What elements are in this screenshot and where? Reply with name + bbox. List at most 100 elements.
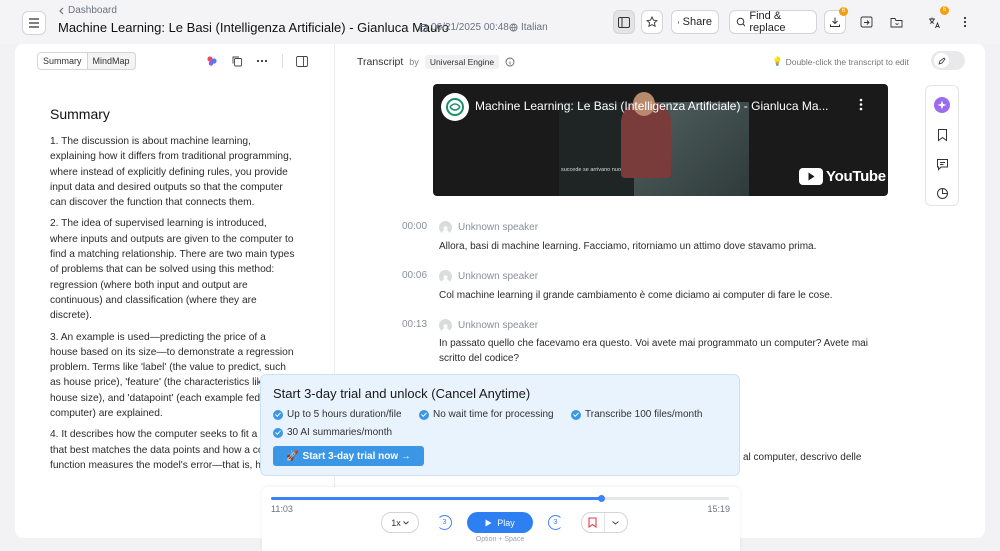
- skip-forward-button[interactable]: 3: [548, 515, 563, 530]
- engine-badge[interactable]: Universal Engine: [424, 55, 500, 69]
- summary-paragraph: 4. It describes how the computer seeks t…: [50, 429, 285, 471]
- find-replace-button[interactable]: Find & replace: [729, 10, 817, 34]
- video-menu-button[interactable]: [859, 98, 863, 116]
- segment-speaker[interactable]: Unknown speaker: [439, 221, 538, 234]
- edit-hint: 💡 Double-click the transcript to edit: [772, 56, 909, 67]
- summary-more-button[interactable]: [254, 53, 270, 69]
- segment-timestamp[interactable]: 00:13: [402, 319, 427, 330]
- folder-button[interactable]: [884, 10, 908, 34]
- info-icon[interactable]: [505, 57, 515, 67]
- speaker-avatar-icon: [439, 319, 452, 332]
- stats-button[interactable]: [934, 185, 950, 201]
- trial-feature: Up to 5 hours duration/file: [273, 409, 402, 420]
- menu-button[interactable]: [22, 11, 46, 35]
- top-bar: Dashboard Machine Learning: Le Basi (Int…: [0, 0, 1000, 44]
- summary-text: 1. The discussion is about machine learn…: [50, 134, 295, 479]
- trial-feature: 30 AI summaries/month: [273, 427, 392, 438]
- channel-logo[interactable]: [441, 93, 469, 121]
- summary-paragraph: 1. The discussion is about machine learn…: [50, 136, 292, 209]
- play-button[interactable]: Play: [467, 512, 533, 533]
- speaker-avatar-icon: [439, 270, 452, 283]
- bookmark-icon: [937, 129, 947, 142]
- segment-timestamp[interactable]: 00:00: [402, 221, 427, 232]
- more-horizontal-icon: [256, 59, 268, 63]
- segment-speaker[interactable]: Unknown speaker: [439, 319, 538, 332]
- export-button[interactable]: [854, 10, 878, 34]
- tab-mindmap[interactable]: MindMap: [88, 53, 135, 69]
- youtube-play-icon: [799, 168, 823, 185]
- favorite-button[interactable]: [641, 10, 663, 34]
- summary-heading: Summary: [50, 106, 110, 122]
- toolbar-divider: [282, 54, 283, 68]
- edit-mode-toggle[interactable]: [931, 51, 965, 70]
- rewind-icon: 3: [442, 519, 447, 526]
- calendar-icon: [419, 24, 428, 32]
- play-shortcut-hint: Option + Space: [475, 536, 525, 543]
- segment-timestamp[interactable]: 00:06: [402, 270, 427, 281]
- progress-bar[interactable]: [271, 495, 729, 502]
- segment-text[interactable]: In passato quello che facevamo era quest…: [439, 336, 884, 366]
- youtube-player[interactable]: succede se arrivano nuovi dati? Machine …: [433, 84, 888, 196]
- start-trial-button[interactable]: 🚀 Start 3-day trial now →: [273, 446, 424, 466]
- youtube-logo[interactable]: YouTube: [799, 168, 886, 185]
- more-vertical-icon: [963, 16, 967, 28]
- panel-layout-button[interactable]: [613, 10, 635, 34]
- export-icon: [860, 16, 872, 28]
- progress-handle[interactable]: [597, 495, 605, 502]
- bookmarks-button[interactable]: [934, 127, 950, 143]
- check-icon: [419, 409, 429, 420]
- more-options-button[interactable]: [953, 10, 977, 34]
- view-switcher: Summary MindMap: [37, 52, 136, 70]
- add-bookmark-button[interactable]: [582, 513, 605, 532]
- segment-speaker[interactable]: Unknown speaker: [439, 270, 538, 283]
- by-label: by: [409, 57, 419, 67]
- pencil-icon: [934, 53, 949, 68]
- playback-speed-select[interactable]: 1x: [381, 512, 419, 533]
- segment-text[interactable]: Allora, basi di machine learning. Faccia…: [439, 239, 879, 254]
- check-icon: [571, 409, 581, 420]
- breadcrumb-dashboard[interactable]: Dashboard: [68, 5, 117, 16]
- translate-icon: [928, 17, 940, 28]
- share-button[interactable]: Share: [671, 10, 719, 34]
- sidebar-layout-icon: [618, 16, 630, 28]
- document-language: Italian: [509, 22, 548, 33]
- comment-icon: [936, 158, 948, 171]
- check-icon: [273, 409, 283, 420]
- transcript-label: Transcript: [357, 56, 404, 68]
- download-button[interactable]: 6: [824, 7, 848, 34]
- star-icon: [646, 16, 658, 28]
- chevron-down-icon: [402, 520, 409, 525]
- collapse-panel-button[interactable]: [294, 53, 310, 69]
- search-icon: [736, 17, 746, 27]
- segment-text-partial[interactable]: al computer, descrivo delle: [743, 450, 903, 465]
- tab-summary[interactable]: Summary: [38, 53, 88, 69]
- total-time: 15:19: [707, 504, 730, 514]
- forward-icon: 3: [553, 519, 558, 526]
- rocket-icon: 🚀: [286, 450, 299, 462]
- translate-button[interactable]: 6: [922, 6, 949, 34]
- play-icon: [485, 519, 492, 526]
- lightbulb-icon: 💡: [772, 56, 783, 66]
- bookmark-group: [581, 512, 628, 533]
- document-title: Machine Learning: Le Basi (Intelligenza …: [58, 20, 449, 35]
- segment-text[interactable]: Col machine learning il grande cambiamen…: [439, 288, 879, 303]
- bookmark-options-button[interactable]: [605, 513, 627, 532]
- comments-button[interactable]: [934, 156, 950, 172]
- ai-logo-button[interactable]: [204, 53, 220, 69]
- panel-collapse-icon: [296, 55, 308, 67]
- sparkle-icon: [934, 97, 950, 113]
- trial-feature: Transcribe 100 files/month: [571, 409, 702, 420]
- copy-button[interactable]: [229, 53, 245, 69]
- current-time: 11:03: [271, 504, 293, 514]
- audio-player: 11:03 15:19 1x 3 Play Option + Space 3: [262, 487, 740, 551]
- folder-icon: [890, 17, 902, 27]
- video-title[interactable]: Machine Learning: Le Basi (Intelligenza …: [475, 99, 829, 113]
- share-icon: [678, 20, 679, 24]
- skip-back-button[interactable]: 3: [437, 515, 452, 530]
- breadcrumb[interactable]: Dashboard: [58, 5, 117, 16]
- ai-assistant-button[interactable]: [934, 97, 950, 113]
- channel-logo-icon: [446, 98, 464, 116]
- trial-upsell-card: Start 3-day trial and unlock (Cancel Any…: [260, 374, 740, 476]
- speaker-avatar-icon: [439, 221, 452, 234]
- download-icon: [830, 17, 840, 27]
